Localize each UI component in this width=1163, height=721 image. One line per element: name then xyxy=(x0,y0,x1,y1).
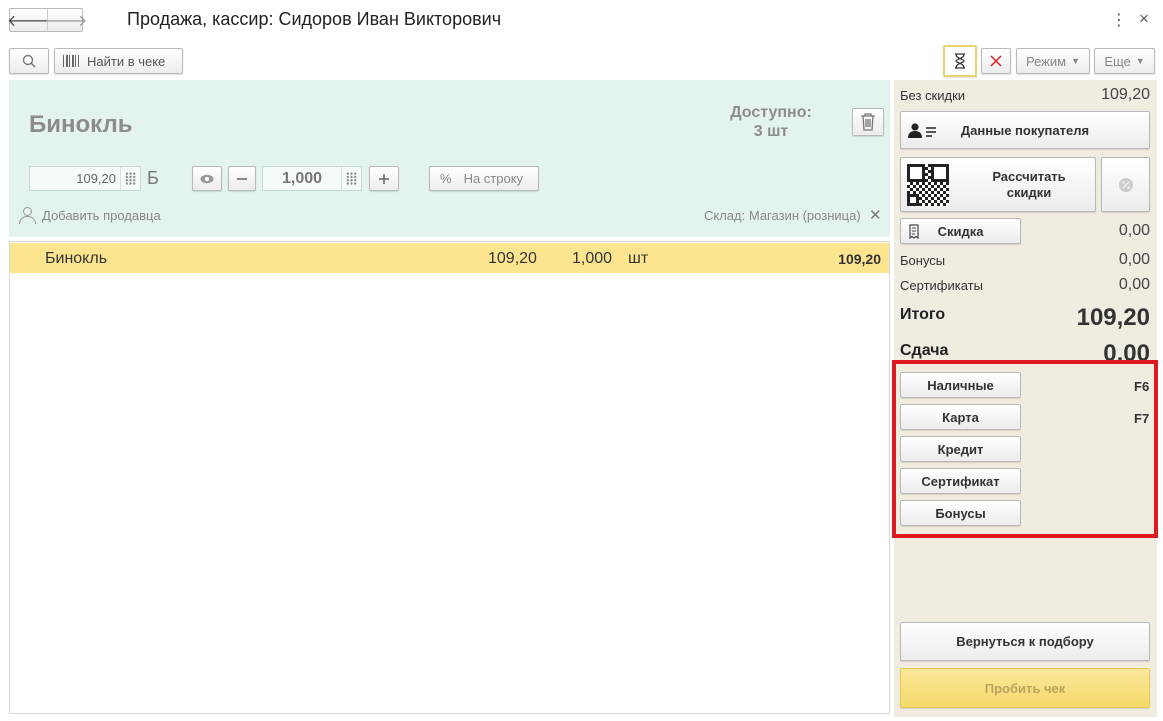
price-value: 109,20 xyxy=(76,171,116,186)
kebab-menu-icon[interactable]: ⋮ xyxy=(1111,10,1127,30)
close-window-icon[interactable]: × xyxy=(1139,9,1149,29)
receipt-table xyxy=(9,241,890,714)
warehouse-label: Склад: Магазин (розница) xyxy=(704,208,861,223)
percent-circle-icon xyxy=(1118,177,1133,192)
more-dropdown-button[interactable]: Еще ▼ xyxy=(1094,48,1155,74)
per-row-discount-button[interactable]: % На строку xyxy=(429,166,539,191)
calculate-discounts-button[interactable]: Рассчитать скидки xyxy=(900,157,1096,212)
keypad-icon[interactable] xyxy=(120,167,140,190)
discount-label: Скидка xyxy=(937,223,984,239)
add-seller-link[interactable]: Добавить продавца xyxy=(18,206,161,224)
person-icon xyxy=(18,206,36,224)
discount-button[interactable]: Скидка xyxy=(900,218,1021,244)
page-title: Продажа, кассир: Сидоров Иван Викторович xyxy=(127,9,502,29)
quantity-value: 1,000 xyxy=(281,170,323,187)
view-button[interactable] xyxy=(192,166,222,191)
clear-warehouse-icon[interactable]: ✕ xyxy=(869,206,882,224)
find-in-receipt-label: Найти в чеке xyxy=(87,53,166,69)
trash-icon xyxy=(861,113,875,131)
cancel-receipt-button[interactable] xyxy=(981,48,1011,74)
total-label: Итого xyxy=(900,306,946,323)
chevron-down-icon: ▼ xyxy=(1071,56,1080,66)
no-discount-label: Без скидки xyxy=(900,88,966,103)
total-value: 109,20 xyxy=(1076,304,1150,331)
customer-icon xyxy=(908,123,936,138)
availability: Доступно: 3 шт xyxy=(726,103,816,141)
decrease-quantity-button[interactable] xyxy=(228,166,256,191)
hourglass-icon xyxy=(955,53,965,69)
certificates-label: Сертификаты xyxy=(900,278,983,293)
more-label: Еще xyxy=(1104,53,1131,69)
plus-icon xyxy=(379,173,389,184)
back-arrow-icon[interactable]: 🡐 xyxy=(7,9,50,31)
discount-percent-button[interactable] xyxy=(1101,157,1150,212)
per-row-label: На строку xyxy=(463,171,524,186)
search-button[interactable] xyxy=(9,48,49,74)
barcode-icon xyxy=(63,55,79,67)
certificates-value: 0,00 xyxy=(1118,276,1150,293)
qr-code-icon xyxy=(907,163,949,206)
close-red-icon xyxy=(990,55,1002,67)
payment-highlight-frame xyxy=(892,360,1158,538)
available-value: 3 шт xyxy=(753,123,789,140)
bonuses-value: 0,00 xyxy=(1118,251,1150,268)
row-price: 109,20 xyxy=(488,250,537,267)
mode-label: Режим xyxy=(1025,53,1067,69)
price-field[interactable]: 109,20 xyxy=(29,166,141,191)
row-sum: 109,20 xyxy=(838,251,881,267)
defer-receipt-button[interactable] xyxy=(943,45,977,77)
row-quantity: 1,000 xyxy=(572,250,613,267)
available-label: Доступно: xyxy=(730,104,812,121)
customer-data-label: Данные покупателя xyxy=(960,122,1090,138)
add-seller-label: Добавить продавца xyxy=(42,207,161,223)
receipt-icon xyxy=(909,224,919,239)
chevron-down-icon: ▼ xyxy=(1135,56,1145,66)
find-in-receipt-button[interactable]: Найти в чеке xyxy=(54,48,183,74)
discount-value: 0,00 xyxy=(1118,222,1150,239)
calculate-discounts-label: Рассчитать скидки xyxy=(992,168,1066,200)
quantity-field[interactable]: 1,000 xyxy=(262,166,362,191)
mode-dropdown-button[interactable]: Режим ▼ xyxy=(1016,48,1090,74)
minus-icon xyxy=(237,177,247,180)
table-row[interactable]: Бинокль 109,20 1,000 шт 109,20 xyxy=(10,243,889,273)
keypad-icon[interactable] xyxy=(341,167,361,190)
no-discount-value: 109,20 xyxy=(1101,86,1150,103)
forward-arrow-icon[interactable]: 🡒 xyxy=(45,9,87,31)
change-value: 0,00 xyxy=(1103,340,1150,362)
navigation-group: 🡐 🡒 xyxy=(7,8,87,32)
eye-icon xyxy=(200,174,214,183)
product-name: Бинокль xyxy=(29,111,133,138)
row-unit: шт xyxy=(628,250,649,267)
search-icon xyxy=(22,54,36,68)
bonuses-label: Бонусы xyxy=(900,253,946,268)
delete-row-button[interactable] xyxy=(852,108,884,136)
customer-data-button[interactable]: Данные покупателя xyxy=(900,111,1150,149)
percent-icon: % xyxy=(440,171,452,186)
row-name: Бинокль xyxy=(45,250,108,267)
change-label: Сдача xyxy=(900,342,949,359)
currency-symbol: Б xyxy=(147,168,159,188)
return-to-selection-button[interactable]: Вернуться к подбору xyxy=(900,622,1150,661)
increase-quantity-button[interactable] xyxy=(369,166,399,191)
punch-receipt-button[interactable]: Пробить чек xyxy=(900,668,1150,708)
